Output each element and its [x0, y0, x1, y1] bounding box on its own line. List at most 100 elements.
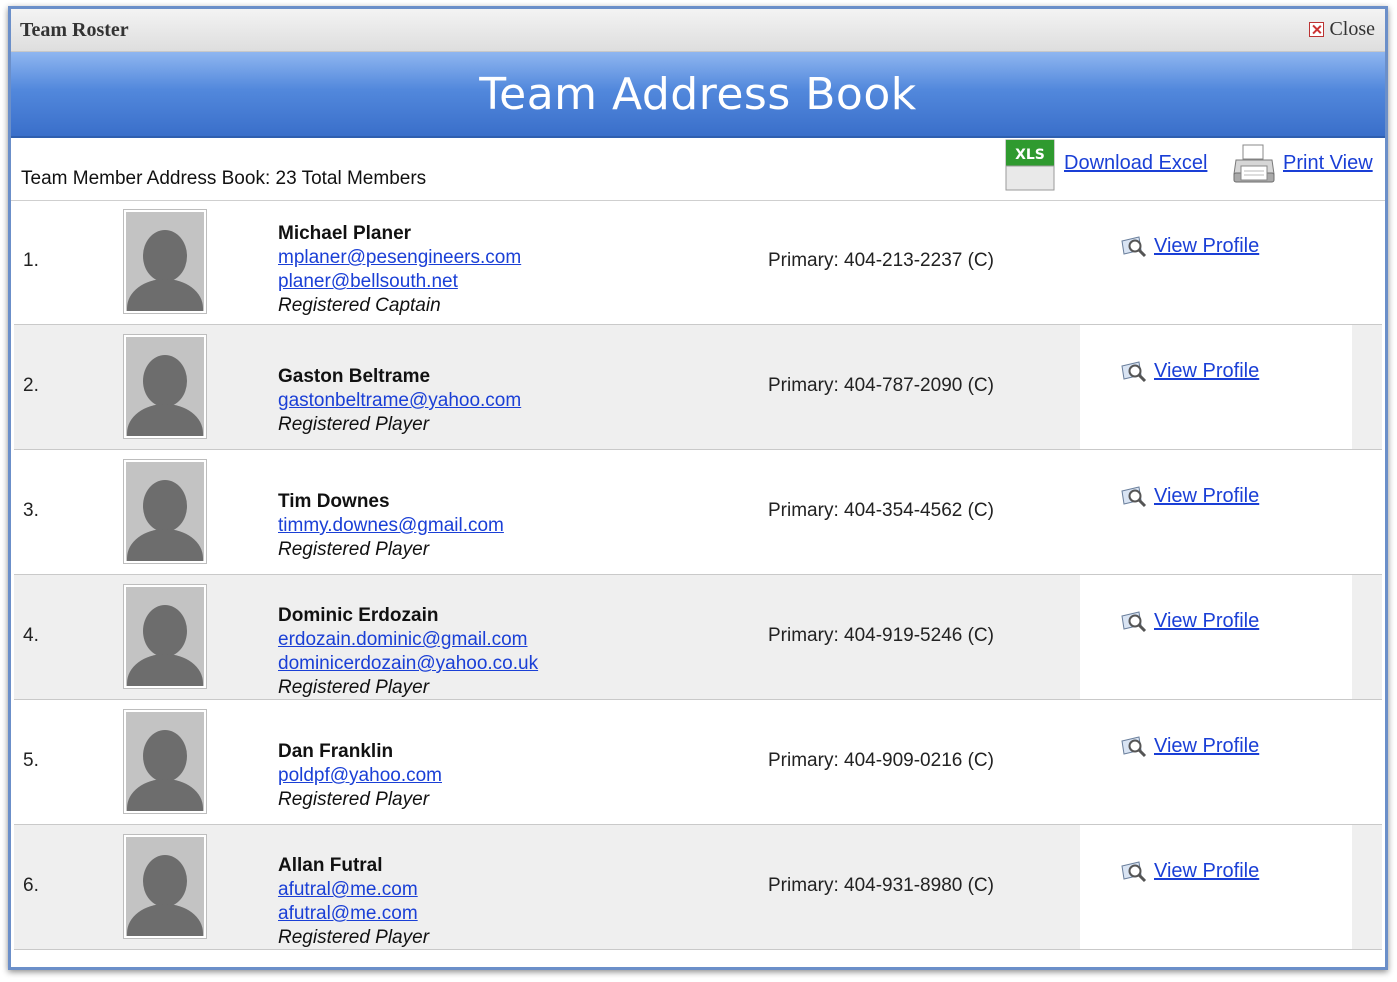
- member-emails: afutral@me.com afutral@me.com: [278, 878, 429, 926]
- print-view-link[interactable]: Print View: [1283, 152, 1373, 175]
- member-name: Dominic Erdozain: [278, 605, 439, 626]
- member-name: Tim Downes: [278, 491, 390, 512]
- view-profile-button[interactable]: View Profile: [1120, 734, 1259, 758]
- member-index: 6.: [23, 875, 39, 896]
- member-row: 3. Tim Downes timmy.downes@gmail.com Reg…: [14, 450, 1382, 575]
- member-row: 2. Gaston Beltrame gastonbeltrame@yahoo.…: [14, 325, 1382, 450]
- close-button[interactable]: Close: [1309, 18, 1375, 41]
- member-name: Allan Futral: [278, 855, 383, 876]
- member-name: Gaston Beltrame: [278, 366, 431, 387]
- printer-icon[interactable]: [1232, 142, 1276, 186]
- magnifier-card-icon[interactable]: [1120, 484, 1148, 508]
- member-row: 5. Dan Franklin poldpf@yahoo.com Registe…: [14, 700, 1382, 825]
- member-name: Michael Planer: [278, 223, 412, 244]
- member-photo: [123, 459, 207, 564]
- member-name: Dan Franklin: [278, 741, 394, 762]
- member-emails: poldpf@yahoo.com: [278, 764, 442, 788]
- magnifier-card-icon[interactable]: [1120, 359, 1148, 383]
- member-role: Registered Player: [278, 789, 430, 810]
- view-profile-link[interactable]: View Profile: [1154, 735, 1259, 758]
- member-row: 4. Dominic Erdozain erdozain.dominic@gma…: [14, 575, 1382, 700]
- member-photo: [123, 334, 207, 439]
- magnifier-card-icon[interactable]: [1120, 859, 1148, 883]
- member-index: 3.: [23, 500, 39, 521]
- team-roster-window: Team Roster Close Team Address Book Team…: [8, 6, 1388, 970]
- view-profile-button[interactable]: View Profile: [1120, 609, 1259, 633]
- magnifier-card-icon[interactable]: [1120, 234, 1148, 258]
- view-profile-link[interactable]: View Profile: [1154, 485, 1259, 508]
- member-info: Tim Downes timmy.downes@gmail.com Regist…: [278, 490, 504, 562]
- avatar-placeholder-icon: [126, 212, 204, 311]
- view-profile-button[interactable]: View Profile: [1120, 859, 1259, 883]
- view-profile-button[interactable]: View Profile: [1120, 359, 1259, 383]
- row-patch: [1080, 825, 1352, 949]
- member-role: Registered Player: [278, 677, 430, 698]
- member-email-link[interactable]: afutral@me.com: [278, 902, 429, 926]
- member-list: 1. Michael Planer mplaner@pesengineers.c…: [14, 200, 1382, 950]
- member-role: Registered Captain: [278, 295, 441, 316]
- member-photo: [123, 834, 207, 939]
- member-role: Registered Player: [278, 927, 430, 948]
- member-role: Registered Player: [278, 539, 430, 560]
- avatar-placeholder-icon: [126, 837, 204, 936]
- avatar-placeholder-icon: [126, 587, 204, 686]
- member-index: 5.: [23, 750, 39, 771]
- member-phone: Primary: 404-213-2237 (C): [768, 250, 994, 271]
- row-patch: [1080, 325, 1352, 449]
- member-index: 4.: [23, 625, 39, 646]
- view-profile-button[interactable]: View Profile: [1120, 484, 1259, 508]
- member-phone: Primary: 404-909-0216 (C): [768, 750, 994, 771]
- view-profile-button[interactable]: View Profile: [1120, 234, 1259, 258]
- member-role: Registered Player: [278, 414, 430, 435]
- view-profile-link[interactable]: View Profile: [1154, 360, 1259, 383]
- member-email-link[interactable]: dominicerdozain@yahoo.co.uk: [278, 652, 538, 676]
- member-photo: [123, 209, 207, 314]
- download-excel-link[interactable]: Download Excel: [1064, 152, 1207, 175]
- member-emails: erdozain.dominic@gmail.com dominicerdozai…: [278, 628, 538, 676]
- close-icon[interactable]: [1309, 22, 1325, 37]
- member-email-link[interactable]: poldpf@yahoo.com: [278, 764, 442, 788]
- window-title: Team Roster: [20, 19, 129, 41]
- view-profile-link[interactable]: View Profile: [1154, 610, 1259, 633]
- info-bar: Team Member Address Book: 23 Total Membe…: [11, 138, 1385, 201]
- member-phone: Primary: 404-354-4562 (C): [768, 500, 994, 521]
- member-email-link[interactable]: erdozain.dominic@gmail.com: [278, 628, 538, 652]
- member-index: 1.: [23, 250, 39, 271]
- page-title: Team Address Book: [479, 68, 917, 120]
- member-emails: gastonbeltrame@yahoo.com: [278, 389, 521, 413]
- row-patch: [1080, 575, 1352, 699]
- member-email-link[interactable]: timmy.downes@gmail.com: [278, 514, 504, 538]
- member-emails: mplaner@pesengineers.com planer@bellsouth…: [278, 246, 521, 294]
- magnifier-card-icon[interactable]: [1120, 609, 1148, 633]
- member-email-link[interactable]: mplaner@pesengineers.com: [278, 246, 521, 270]
- member-email-link[interactable]: afutral@me.com: [278, 878, 429, 902]
- close-label[interactable]: Close: [1329, 18, 1375, 41]
- member-photo: [123, 584, 207, 689]
- excel-icon[interactable]: XLS: [1005, 139, 1055, 191]
- member-info: Michael Planer mplaner@pesengineers.com p…: [278, 222, 521, 318]
- member-emails: timmy.downes@gmail.com: [278, 514, 504, 538]
- member-email-link[interactable]: gastonbeltrame@yahoo.com: [278, 389, 521, 413]
- title-bar: Team Roster Close: [11, 9, 1385, 52]
- magnifier-card-icon[interactable]: [1120, 734, 1148, 758]
- member-count-summary: Team Member Address Book: 23 Total Membe…: [21, 168, 427, 189]
- member-photo: [123, 709, 207, 814]
- member-row: 6. Allan Futral afutral@me.com afutral@me…: [14, 825, 1382, 950]
- member-info: Dominic Erdozain erdozain.dominic@gmail.…: [278, 604, 538, 700]
- member-row: 1. Michael Planer mplaner@pesengineers.c…: [14, 200, 1382, 325]
- banner: Team Address Book: [11, 52, 1385, 138]
- member-phone: Primary: 404-919-5246 (C): [768, 625, 994, 646]
- member-index: 2.: [23, 375, 39, 396]
- member-email-link[interactable]: planer@bellsouth.net: [278, 270, 521, 294]
- avatar-placeholder-icon: [126, 712, 204, 811]
- member-phone: Primary: 404-787-2090 (C): [768, 375, 994, 396]
- avatar-placeholder-icon: [126, 462, 204, 561]
- member-info: Dan Franklin poldpf@yahoo.com Registered…: [278, 740, 442, 812]
- xls-badge-text: XLS: [1015, 147, 1045, 163]
- view-profile-link[interactable]: View Profile: [1154, 860, 1259, 883]
- member-phone: Primary: 404-931-8980 (C): [768, 875, 994, 896]
- member-info: Gaston Beltrame gastonbeltrame@yahoo.com…: [278, 365, 521, 437]
- view-profile-link[interactable]: View Profile: [1154, 235, 1259, 258]
- avatar-placeholder-icon: [126, 337, 204, 436]
- member-info: Allan Futral afutral@me.com afutral@me.co…: [278, 854, 429, 950]
